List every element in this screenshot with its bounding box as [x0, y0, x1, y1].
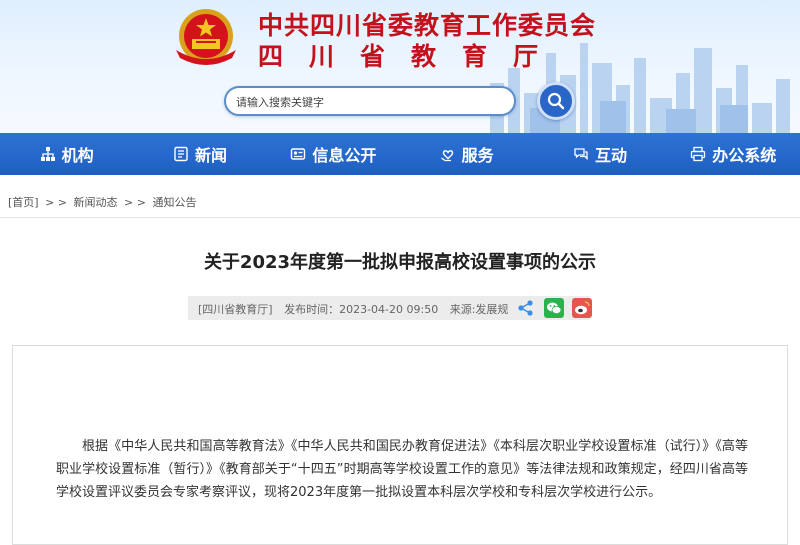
- site-header: 中共四川省委教育工作委员会 四川省教育厅: [0, 0, 800, 133]
- national-emblem-icon: [176, 9, 236, 65]
- weibo-share-icon[interactable]: [572, 298, 592, 318]
- nav-item-org[interactable]: 机构: [0, 142, 133, 166]
- nav-item-label: 新闻: [194, 146, 227, 165]
- divider: [0, 217, 800, 218]
- breadcrumb: [首页] > > 新闻动态 > > 通知公告: [8, 194, 199, 210]
- breadcrumb-news-link[interactable]: 新闻动态: [74, 196, 118, 209]
- nav-item-label: 信息公开: [312, 146, 377, 165]
- printer-icon: [691, 146, 706, 162]
- nav-item-office-system[interactable]: 办公系统: [667, 142, 800, 166]
- article-meta-bar: [四川省教育厅] 发布时间：2023-04-20 09:50 来源:发展规: [188, 296, 592, 320]
- nav-item-label: 办公系统: [712, 146, 777, 165]
- nav-item-label: 服务: [461, 146, 494, 165]
- breadcrumb-home-link[interactable]: [首页]: [8, 196, 39, 209]
- article-title: 关于2023年度第一批拟申报高校设置事项的公示: [203, 252, 597, 273]
- search-box: [224, 86, 516, 116]
- publish-time: 发布时间：2023-04-20 09:50: [284, 303, 439, 316]
- hand-heart-icon: [440, 150, 453, 162]
- nav-item-info-disclosure[interactable]: 信息公开: [267, 142, 400, 166]
- nav-item-news[interactable]: 新闻: [133, 142, 266, 166]
- newspaper-icon: [174, 146, 188, 162]
- article-paragraph: 根据《中华人民共和国高等教育法》《中华人民共和国民办教育促进法》《本科层次职业学…: [56, 439, 748, 500]
- breadcrumb-separator: > >: [45, 196, 68, 209]
- main-nav: 机构 新闻 信息公开 服务 互动 办公系统: [0, 133, 800, 175]
- nav-item-services[interactable]: 服务: [400, 142, 533, 166]
- dept-name: 四川省教育厅: [258, 42, 565, 71]
- article-meta: [四川省教育厅] 发布时间：2023-04-20 09:50 来源:发展规: [198, 301, 516, 317]
- breadcrumb-separator: > >: [124, 196, 146, 209]
- nav-item-interaction[interactable]: 互动: [533, 142, 666, 166]
- wechat-share-icon[interactable]: [544, 298, 564, 318]
- magnifier-icon: [547, 92, 565, 110]
- org-tree-icon: [40, 147, 55, 161]
- chat-icon: [574, 148, 588, 161]
- nav-item-label: 机构: [61, 146, 94, 165]
- source-site: [四川省教育厅]: [198, 303, 273, 316]
- share-icon[interactable]: [516, 298, 536, 318]
- info-card-icon: [291, 148, 306, 160]
- breadcrumb-notices-link[interactable]: 通知公告: [152, 196, 196, 209]
- article-origin: 来源:发展规: [449, 303, 509, 316]
- search-button[interactable]: [537, 82, 575, 120]
- nav-item-label: 互动: [594, 146, 627, 165]
- search-input[interactable]: [234, 88, 498, 116]
